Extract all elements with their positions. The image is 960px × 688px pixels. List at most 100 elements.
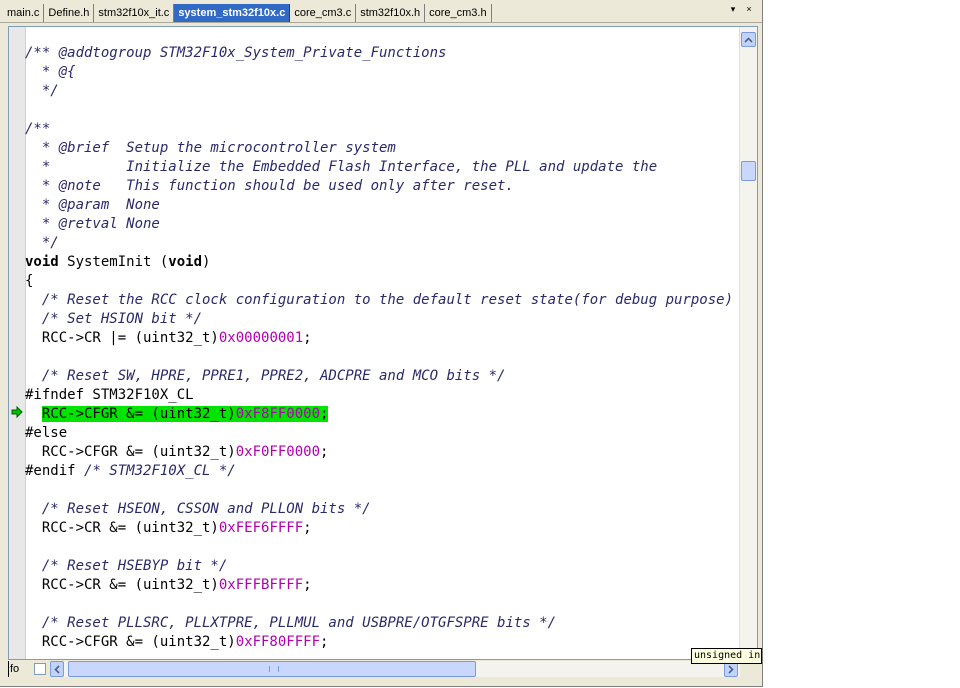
code-token: ; (303, 330, 312, 346)
code-line[interactable]: void SystemInit (void) (25, 253, 739, 272)
code-token: RCC->CR &= (uint32_t) (25, 577, 219, 593)
scroll-up-button[interactable] (741, 32, 756, 47)
code-line[interactable]: * @note This function should be used onl… (25, 177, 739, 196)
code-line[interactable]: { (25, 272, 739, 291)
code-token: */ (25, 83, 59, 99)
code-line[interactable]: * @retval None (25, 215, 739, 234)
code-token: * @param None (25, 197, 160, 213)
horizontal-scrollbar[interactable] (50, 661, 740, 677)
code-token: /* Reset HSEBYP bit */ (41, 558, 228, 574)
code-token: RCC->CR |= (uint32_t) (25, 330, 219, 346)
code-line[interactable]: /* Reset HSEON, CSSON and PLLON bits */ (25, 500, 739, 519)
tab-define-h[interactable]: Define.h (44, 4, 95, 22)
code-token: /** (25, 121, 51, 137)
tab-core-cm3-h[interactable]: core_cm3.h (425, 4, 492, 22)
code-line[interactable]: * Initialize the Embedded Flash Interfac… (25, 158, 739, 177)
tab-list-dropdown-icon[interactable]: ▾ (728, 3, 738, 15)
code-line[interactable]: /** (25, 120, 739, 139)
function-outline-label[interactable]: fo (8, 661, 19, 677)
tab-core-cm3-c[interactable]: core_cm3.c (290, 4, 357, 22)
code-token: * @note This function should be used onl… (25, 178, 514, 194)
code-token: */ (25, 235, 59, 251)
code-token: { (25, 273, 34, 289)
tab-stm32f10x-it-c[interactable]: stm32f10x_it.c (94, 4, 175, 22)
code-editor[interactable]: /** @addtogroup STM32F10x_System_Private… (8, 26, 758, 660)
view-toggle-checkbox[interactable] (34, 663, 46, 675)
code-line[interactable]: #ifndef STM32F10X_CL (25, 386, 739, 405)
code-token: * Initialize the Embedded Flash Interfac… (25, 159, 658, 175)
code-line[interactable]: /* Reset PLLSRC, PLLXTPRE, PLLMUL and US… (25, 614, 739, 633)
tab-main-c[interactable]: main.c (3, 4, 45, 22)
code-line[interactable]: /** @addtogroup STM32F10x_System_Private… (25, 44, 739, 63)
horizontal-scroll-thumb[interactable] (68, 661, 476, 677)
code-line[interactable]: #endif /* STM32F10X_CL */ (25, 462, 739, 481)
code-line[interactable]: * @{ (25, 63, 739, 82)
code-token: /** @addtogroup STM32F10x_System_Private… (25, 45, 447, 61)
code-line[interactable] (25, 595, 739, 614)
editor-gutter[interactable] (9, 27, 26, 659)
code-line[interactable] (25, 101, 739, 120)
code-token: ) (202, 254, 211, 270)
code-line[interactable]: */ (25, 234, 739, 253)
code-token: #else (25, 425, 68, 441)
code-token: void (25, 254, 59, 270)
tab-controls: ▾ × (728, 3, 754, 15)
current-execution-line[interactable]: RCC->CFGR &= (uint32_t)0xF8FF0000; (25, 405, 739, 424)
code-line[interactable]: * @brief Setup the microcontroller syste… (25, 139, 739, 158)
chevron-up-icon (744, 36, 753, 43)
code-token: ; (303, 520, 312, 536)
code-token: RCC->CFGR &= (uint32_t) (25, 444, 236, 460)
code-token: RCC->CR &= (uint32_t) (25, 520, 219, 536)
code-line[interactable] (25, 481, 739, 500)
code-line[interactable]: #else (25, 424, 739, 443)
code-token: ; (320, 444, 329, 460)
code-token: /* Reset HSEON, CSSON and PLLON bits */ (41, 501, 371, 517)
tab-system-stm32f10x-c[interactable]: system_stm32f10x.c (174, 4, 291, 22)
file-tab-bar: main.c Define.h stm32f10x_it.c system_stm32… (0, 0, 762, 23)
ide-window: main.c Define.h stm32f10x_it.c system_stm32… (0, 0, 763, 687)
editor-bottom-bar: fo (8, 660, 756, 678)
code-token: void (168, 254, 203, 270)
code-line[interactable]: RCC->CR |= (uint32_t)0x00000001; (25, 329, 739, 348)
chevron-left-icon (54, 664, 60, 674)
vertical-scrollbar[interactable] (739, 27, 757, 659)
code-token: ; (320, 406, 329, 422)
code-line[interactable]: */ (25, 82, 739, 101)
code-line[interactable]: RCC->CFGR &= (uint32_t)0xFF80FFFF; (25, 633, 739, 652)
code-line[interactable] (25, 538, 739, 557)
code-token: 0xFEF6FFFF (218, 520, 304, 536)
code-line[interactable]: /* Reset HSEBYP bit */ (25, 557, 739, 576)
arrow-right-icon (11, 406, 23, 418)
code-line[interactable]: RCC->CFGR &= (uint32_t)0xF0FF0000; (25, 443, 739, 462)
code-token: /* Reset PLLSRC, PLLXTPRE, PLLMUL and US… (41, 615, 557, 631)
code-line[interactable]: * @param None (25, 196, 739, 215)
code-line[interactable]: /* Set HSION bit */ (25, 310, 739, 329)
code-token: SystemInit ( (58, 254, 169, 270)
code-token: /* Reset the RCC clock configuration to … (41, 292, 739, 308)
code-line[interactable]: /* Reset SW, HPRE, PPRE1, PPRE2, ADCPRE … (25, 367, 739, 386)
code-token: /* STM32F10X_CL */ (84, 463, 236, 479)
code-token: 0xFFFBFFFF (218, 577, 304, 593)
code-token: #ifndef STM32F10X_CL (25, 387, 194, 403)
code-token: #endif (25, 463, 85, 479)
code-token: * @{ (25, 64, 76, 80)
code-token: ; (303, 577, 312, 593)
scroll-left-button[interactable] (50, 661, 64, 677)
code-token: 0xF0FF0000 (235, 444, 321, 460)
code-line[interactable]: RCC->CR &= (uint32_t)0xFEF6FFFF; (25, 519, 739, 538)
code-line[interactable]: RCC->CR &= (uint32_t)0xFFFBFFFF; (25, 576, 739, 595)
source-code[interactable]: /** @addtogroup STM32F10x_System_Private… (25, 44, 739, 659)
code-token: * @brief Setup the microcontroller syste… (25, 140, 396, 156)
code-token: /* Reset SW, HPRE, PPRE1, PPRE2, ADCPRE … (41, 368, 506, 384)
code-line[interactable]: /* Reset the RCC clock configuration to … (25, 291, 739, 310)
close-tab-icon[interactable]: × (744, 3, 754, 15)
code-token: RCC->CFGR &= (uint32_t) (41, 406, 236, 422)
code-line[interactable] (25, 348, 739, 367)
tab-stm32f10x-h[interactable]: stm32f10x.h (356, 4, 426, 22)
code-token: ; (320, 634, 329, 650)
vertical-scroll-thumb[interactable] (741, 161, 756, 181)
